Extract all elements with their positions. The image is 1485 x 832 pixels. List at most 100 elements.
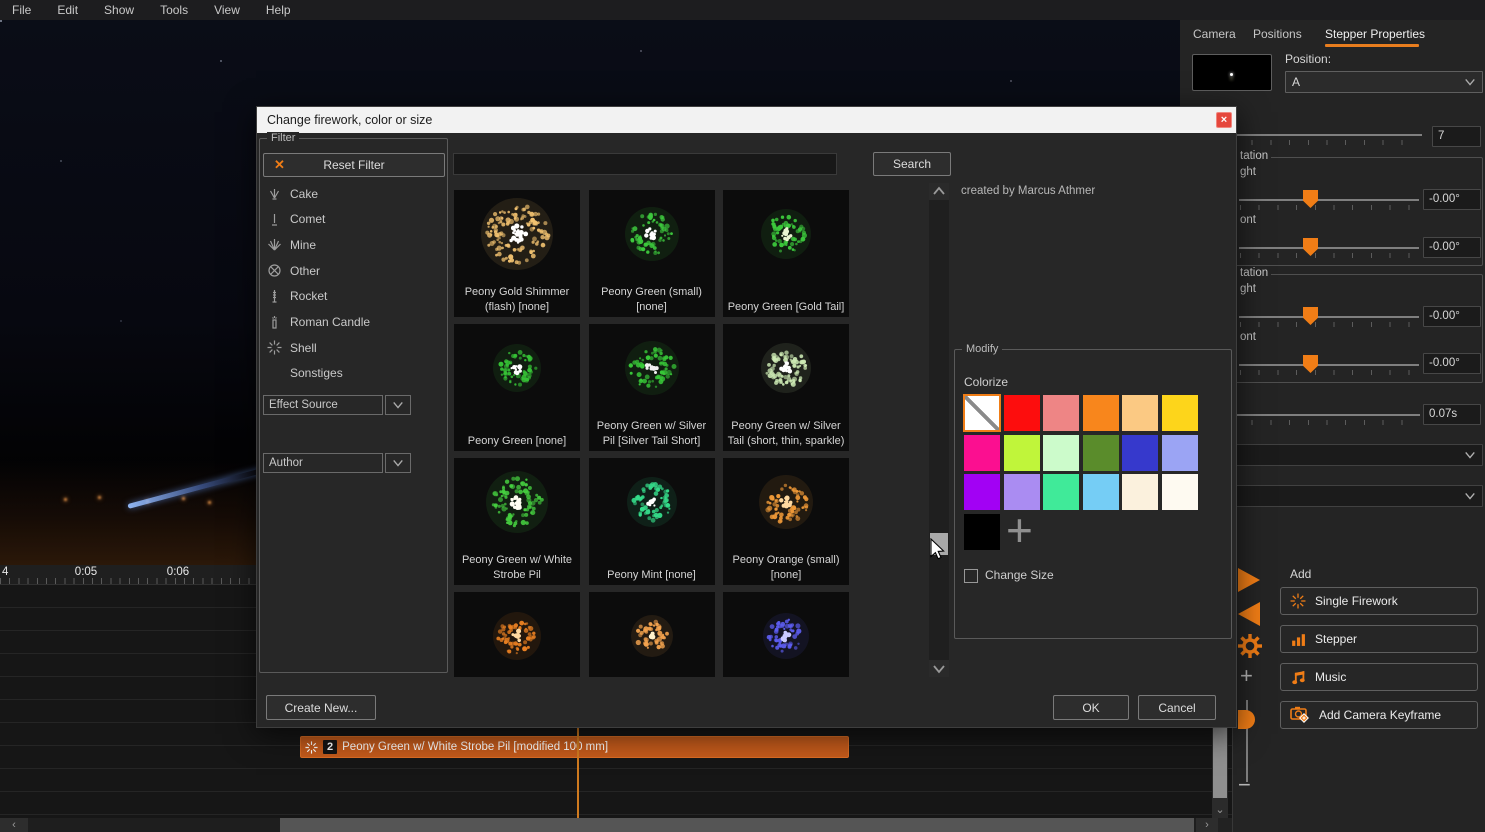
colorize-swatch-fd0d0d[interactable] bbox=[1004, 395, 1040, 431]
reset-filter-button[interactable]: ✕ Reset Filter bbox=[263, 153, 445, 177]
time-slider[interactable] bbox=[1232, 414, 1420, 416]
search-input[interactable] bbox=[453, 153, 837, 175]
colorize-swatch-fdd51b[interactable] bbox=[1162, 395, 1198, 431]
search-button[interactable]: Search bbox=[873, 152, 951, 176]
firework-thumbnail-peony-gold-shimmer-flash-none[interactable]: Peony Gold Shimmer (flash) [none] bbox=[454, 190, 580, 317]
menu-help[interactable]: Help bbox=[266, 3, 291, 17]
option-dropdown-1[interactable] bbox=[1234, 444, 1483, 466]
tab-stepper-properties[interactable]: Stepper Properties bbox=[1325, 27, 1425, 41]
rotation2-front-slider[interactable] bbox=[1239, 364, 1419, 366]
colorize-swatch-ee8585[interactable] bbox=[1043, 395, 1079, 431]
cancel-button[interactable]: Cancel bbox=[1138, 695, 1216, 720]
filter-category-comet[interactable]: Comet bbox=[267, 212, 437, 227]
rotation-front-slider[interactable] bbox=[1239, 247, 1419, 249]
app-window: FileEditShowToolsViewHelp screenshot Cam… bbox=[0, 0, 1485, 832]
zoom-in-icon[interactable]: + bbox=[1240, 663, 1253, 689]
firework-thumbnail-peony-green-w-white-strobe-pil[interactable]: Peony Green w/ White Strobe Pil bbox=[454, 458, 580, 585]
colorize-swatch-fefaf1[interactable] bbox=[1162, 474, 1198, 510]
rotation2-front-value[interactable]: -0.00° bbox=[1423, 353, 1481, 374]
option-dropdown-2[interactable] bbox=[1234, 485, 1483, 507]
zoom-out-icon[interactable]: − bbox=[1238, 772, 1251, 798]
menu-file[interactable]: File bbox=[12, 3, 31, 17]
scrollbar-thumb[interactable] bbox=[930, 533, 948, 555]
add-add-camera-keyframe-button[interactable]: Add Camera Keyframe bbox=[1280, 701, 1478, 729]
colorize-swatch-ccfbcb[interactable] bbox=[1043, 435, 1079, 471]
time-value-box[interactable]: 0.07s bbox=[1423, 404, 1481, 425]
filter-category-rocket[interactable]: Rocket bbox=[267, 289, 437, 304]
filter-category-mine[interactable]: Mine bbox=[267, 237, 437, 252]
colorize-swatch-f8861c[interactable] bbox=[1083, 395, 1119, 431]
tab-camera[interactable]: Camera bbox=[1193, 27, 1236, 41]
grid-scrollbar[interactable] bbox=[929, 183, 949, 677]
effect-source-dropdown-button[interactable] bbox=[385, 395, 411, 415]
colorize-swatch-5a8c2b[interactable] bbox=[1083, 435, 1119, 471]
colorize-swatch-aa8cf2[interactable] bbox=[1004, 474, 1040, 510]
scrollbar-thumb[interactable] bbox=[280, 818, 1194, 832]
rotation2-right-value[interactable]: -0.00° bbox=[1423, 306, 1481, 327]
menu-show[interactable]: Show bbox=[104, 3, 134, 17]
firework-thumbnail-peony-green-w-silver-pil-silver-tail-short[interactable]: Peony Green w/ Silver Pil [Silver Tail S… bbox=[589, 324, 715, 451]
timeline-event-bar[interactable]: 2 Peony Green w/ White Strobe Pil [modif… bbox=[300, 736, 849, 758]
play-button[interactable] bbox=[1238, 568, 1260, 592]
scrollbar-left-button[interactable]: ‹ bbox=[0, 818, 28, 832]
create-new-button[interactable]: Create New... bbox=[266, 695, 376, 720]
menu-edit[interactable]: Edit bbox=[57, 3, 78, 17]
add-single-firework-button[interactable]: Single Firework bbox=[1280, 587, 1478, 615]
firework-thumbnail-peony-orange-small-none[interactable]: Peony Orange (small) [none] bbox=[723, 458, 849, 585]
firework-thumbnail[interactable] bbox=[723, 592, 849, 677]
rotation-front-value[interactable]: -0.00° bbox=[1423, 237, 1481, 258]
effect-source-dropdown[interactable]: Effect Source bbox=[263, 395, 383, 415]
add-stepper-button[interactable]: Stepper bbox=[1280, 625, 1478, 653]
firework-preview-thumbnail[interactable] bbox=[1192, 54, 1272, 91]
firework-thumbnail[interactable] bbox=[589, 592, 715, 677]
filter-category-other[interactable]: Other bbox=[267, 263, 437, 278]
filter-category-sonstiges[interactable]: Sonstiges bbox=[267, 366, 437, 380]
position-select[interactable]: A bbox=[1285, 71, 1483, 93]
colorize-swatch-9ba4f4[interactable] bbox=[1162, 435, 1198, 471]
colorize-swatch-000000[interactable] bbox=[964, 514, 1000, 550]
firework-thumbnail[interactable] bbox=[454, 592, 580, 677]
menu-view[interactable]: View bbox=[214, 3, 240, 17]
filter-category-shell[interactable]: Shell bbox=[267, 340, 437, 355]
add-color-button[interactable]: + bbox=[1006, 512, 1033, 548]
rotation2-right-slider[interactable] bbox=[1239, 316, 1419, 318]
scrollbar-down-button[interactable]: ⌄ bbox=[1212, 802, 1228, 818]
rotation-right-value[interactable]: -0.00° bbox=[1423, 189, 1481, 210]
firework-thumbnail-peony-green-gold-tail[interactable]: Peony Green [Gold Tail] bbox=[723, 190, 849, 317]
firework-thumbnail-peony-mint-none[interactable]: Peony Mint [none] bbox=[589, 458, 715, 585]
menu-tools[interactable]: Tools bbox=[160, 3, 188, 17]
rewind-button[interactable] bbox=[1238, 602, 1260, 626]
colorize-swatch-fb0f90[interactable] bbox=[964, 435, 1000, 471]
author-dropdown[interactable]: Author bbox=[263, 453, 383, 473]
firework-thumbnail-peony-green-small-none[interactable]: Peony Green (small) [none] bbox=[589, 190, 715, 317]
tab-positions[interactable]: Positions bbox=[1253, 27, 1302, 41]
scrollbar-right-button[interactable]: › bbox=[1196, 818, 1218, 832]
firework-thumbnail-peony-green-none[interactable]: Peony Green [none] bbox=[454, 324, 580, 451]
scrollbar-up-button[interactable] bbox=[929, 183, 949, 200]
colorize-swatch-75cdf5[interactable] bbox=[1083, 474, 1119, 510]
colorize-swatch-3639cc[interactable] bbox=[1122, 435, 1158, 471]
count-slider[interactable] bbox=[1232, 134, 1422, 136]
gear-icon[interactable] bbox=[1234, 630, 1266, 662]
colorize-swatch-none[interactable] bbox=[963, 394, 1001, 432]
timeline-horizontal-scrollbar[interactable]: ‹ › bbox=[0, 818, 1232, 832]
scrollbar-down-button[interactable] bbox=[929, 660, 949, 677]
filter-category-cake[interactable]: Cake bbox=[267, 186, 437, 201]
count-value-box[interactable]: 7 bbox=[1432, 126, 1481, 147]
colorize-swatch-a201f4[interactable] bbox=[964, 474, 1000, 510]
colorize-swatch-fbf1dd[interactable] bbox=[1122, 474, 1158, 510]
colorize-swatch-c0f53a[interactable] bbox=[1004, 435, 1040, 471]
add-music-button[interactable]: Music bbox=[1280, 663, 1478, 691]
firework-thumbnail-peony-green-w-silver-tail-short-thin-sparkle[interactable]: Peony Green w/ Silver Tail (short, thin,… bbox=[723, 324, 849, 451]
ruler-time-label: 0:05 bbox=[75, 566, 97, 578]
colorize-swatch-fbc983[interactable] bbox=[1122, 395, 1158, 431]
playhead[interactable] bbox=[577, 722, 579, 818]
change-size-checkbox[interactable] bbox=[964, 569, 978, 583]
rotation-right-slider[interactable] bbox=[1239, 199, 1419, 201]
author-dropdown-button[interactable] bbox=[385, 453, 411, 473]
close-icon[interactable]: × bbox=[1216, 112, 1232, 128]
filter-category-roman-candle[interactable]: Roman Candle bbox=[267, 315, 437, 330]
ok-button[interactable]: OK bbox=[1053, 695, 1129, 720]
dialog-title-bar[interactable]: Change firework, color or size bbox=[257, 107, 1236, 133]
colorize-swatch-40ea99[interactable] bbox=[1043, 474, 1079, 510]
